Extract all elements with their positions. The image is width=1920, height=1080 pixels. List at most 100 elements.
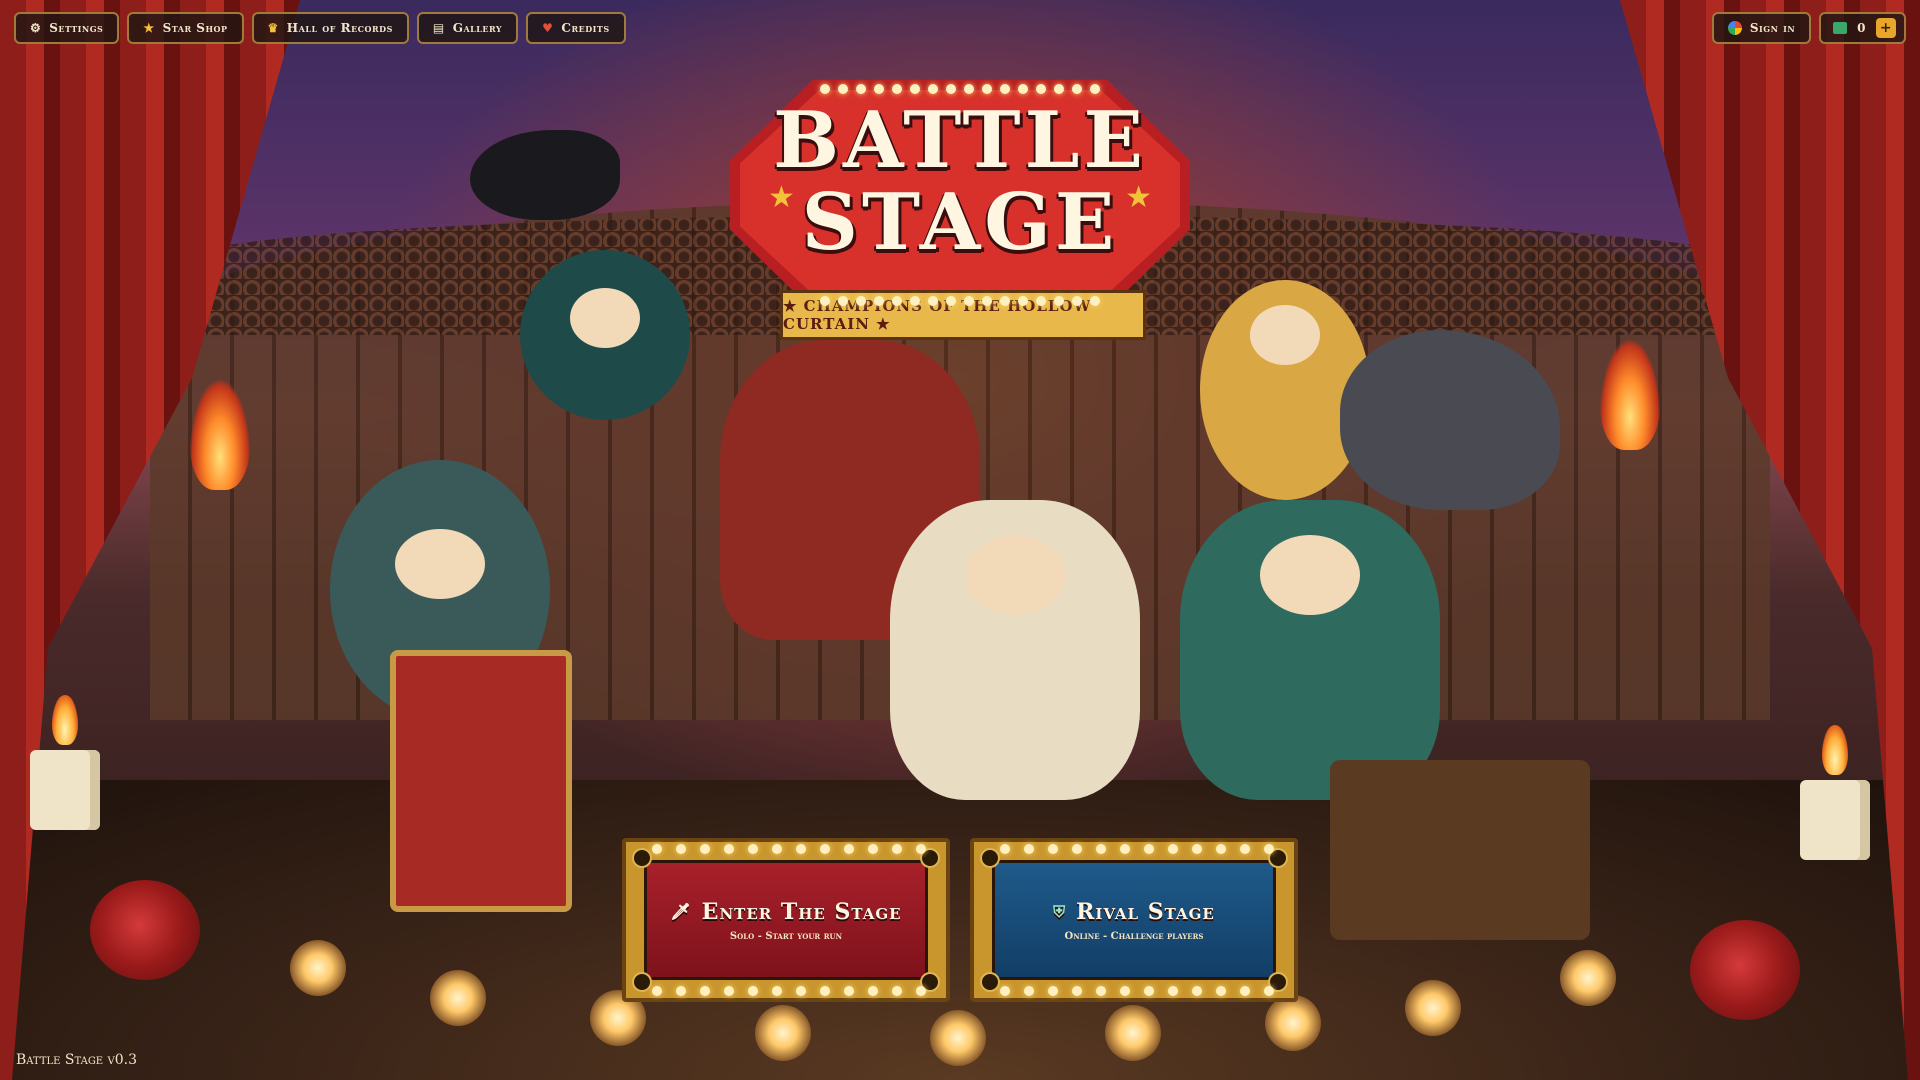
top-menu: ⚙ Settings ★ Star Shop ♛ Hall of Records… xyxy=(14,12,626,44)
marquee-bulb xyxy=(1000,986,1010,996)
logo-title: BATTLE STAGE xyxy=(730,100,1190,264)
torch-left xyxy=(190,380,250,490)
steam-machine xyxy=(1330,760,1590,940)
marquee-bulb xyxy=(1120,844,1130,854)
gallery-button[interactable]: ▤ Gallery xyxy=(416,12,519,44)
marquee-bulb xyxy=(1000,844,1010,854)
heart-icon: ♥ xyxy=(542,21,554,35)
marquee-bulb xyxy=(1000,296,1010,306)
footlight xyxy=(1560,950,1616,1006)
candle-right xyxy=(1800,725,1870,860)
bolt-icon xyxy=(632,972,652,992)
marquee-bulb xyxy=(1216,986,1226,996)
solo-title-row: 🗡 Enter The Stage xyxy=(670,899,901,925)
rival-panel: ⛨ Rival Stage Online - Challenge players xyxy=(992,860,1276,980)
marquee-bulb xyxy=(1054,84,1064,94)
star-shop-label: Star Shop xyxy=(162,21,228,35)
credits-button[interactable]: ♥ Credits xyxy=(526,12,626,44)
marquee-bulb xyxy=(1024,986,1034,996)
marquee-bulb xyxy=(868,844,878,854)
marquee-bulb xyxy=(820,84,830,94)
solo-panel: 🗡 Enter The Stage Solo - Start your run xyxy=(644,860,928,980)
enter-the-stage-button[interactable]: 🗡 Enter The Stage Solo - Start your run xyxy=(622,838,950,1002)
marquee-bulb xyxy=(892,296,902,306)
add-currency-button[interactable]: + xyxy=(1876,18,1896,38)
shield-icon: ⛨ xyxy=(1053,901,1067,921)
marquee-bulb xyxy=(916,986,926,996)
marquee-bulb xyxy=(1072,986,1082,996)
fencer-hero-character xyxy=(890,500,1140,800)
hooded-rogue-character xyxy=(520,250,690,420)
marquee-bulb xyxy=(820,844,830,854)
marquee-bulb xyxy=(700,844,710,854)
bolt-icon xyxy=(980,848,1000,868)
currency-display: 0 + xyxy=(1819,12,1906,44)
footlight xyxy=(430,970,486,1026)
marquee-bulb xyxy=(1090,84,1100,94)
marquee-bulb xyxy=(1144,844,1154,854)
torch-right xyxy=(1600,340,1660,450)
marquee-bulb xyxy=(964,84,974,94)
marquee-bulb xyxy=(772,986,782,996)
marquee-bulb xyxy=(1192,844,1202,854)
rival-title-row: ⛨ Rival Stage xyxy=(1053,899,1215,925)
sword-icon: 🗡 xyxy=(670,902,692,921)
marquee-bulb xyxy=(868,986,878,996)
marquee-bulb xyxy=(1264,986,1274,996)
marquee-bulb xyxy=(700,986,710,996)
footlight xyxy=(290,940,346,996)
marquee-bulb xyxy=(724,844,734,854)
gallery-label: Gallery xyxy=(452,21,503,35)
marquee-bulb xyxy=(892,986,902,996)
marquee-bulb xyxy=(1096,986,1106,996)
marquee-bulb xyxy=(844,844,854,854)
gear-icon: ⚙ xyxy=(30,21,42,35)
marquee-bulb xyxy=(982,296,992,306)
logo-title-line2: STAGE xyxy=(801,177,1119,268)
marquee-bulb xyxy=(1168,986,1178,996)
rival-stage-button[interactable]: ⛨ Rival Stage Online - Challenge players xyxy=(970,838,1298,1002)
marquee-bulb xyxy=(928,296,938,306)
marquee-bulb xyxy=(1054,296,1064,306)
marquee-bulb xyxy=(838,84,848,94)
marquee-bulb xyxy=(1000,84,1010,94)
solo-title: Enter The Stage xyxy=(701,898,902,925)
marquee-bulb xyxy=(946,84,956,94)
footlight xyxy=(930,1010,986,1066)
marquee-bulb xyxy=(1240,844,1250,854)
star-shop-button[interactable]: ★ Star Shop xyxy=(127,12,244,44)
marquee-bulb xyxy=(946,296,956,306)
star-icon: ★ xyxy=(143,21,155,35)
shield-prop xyxy=(390,650,572,912)
footlight xyxy=(1265,995,1321,1051)
marquee-bulb xyxy=(1018,84,1028,94)
sign-in-label: Sign in xyxy=(1749,21,1796,35)
footlight xyxy=(755,1005,811,1061)
marquee-bulb xyxy=(910,296,920,306)
candle-left xyxy=(30,695,100,830)
marquee-bulb xyxy=(1090,296,1100,306)
star-icon: ★ xyxy=(768,180,795,215)
marquee-bulb xyxy=(874,296,884,306)
cash-icon xyxy=(1833,22,1848,34)
logo-title-line1: BATTLE xyxy=(773,95,1147,186)
book-icon: ▤ xyxy=(432,21,445,35)
marquee-bulb xyxy=(820,986,830,996)
settings-label: Settings xyxy=(49,21,104,35)
sign-in-button[interactable]: Sign in xyxy=(1711,12,1812,44)
currency-amount: 0 xyxy=(1857,21,1866,35)
marquee-bulb xyxy=(1168,844,1178,854)
marquee-bulb xyxy=(1264,844,1274,854)
solo-subtitle: Solo - Start your run xyxy=(729,930,843,942)
version-label: Battle Stage v0.3 xyxy=(16,1052,138,1068)
marquee-bulb xyxy=(1072,296,1082,306)
marquee-bulb xyxy=(928,84,938,94)
hall-of-records-button[interactable]: ♛ Hall of Records xyxy=(251,12,409,44)
marquee-bulb xyxy=(748,844,758,854)
settings-button[interactable]: ⚙ Settings xyxy=(14,12,120,44)
rival-title: Rival Stage xyxy=(1076,898,1215,925)
engineer-character xyxy=(1180,500,1440,800)
marquee-bulb xyxy=(964,296,974,306)
marquee-bulb xyxy=(652,844,662,854)
rose-right xyxy=(1690,920,1800,1020)
